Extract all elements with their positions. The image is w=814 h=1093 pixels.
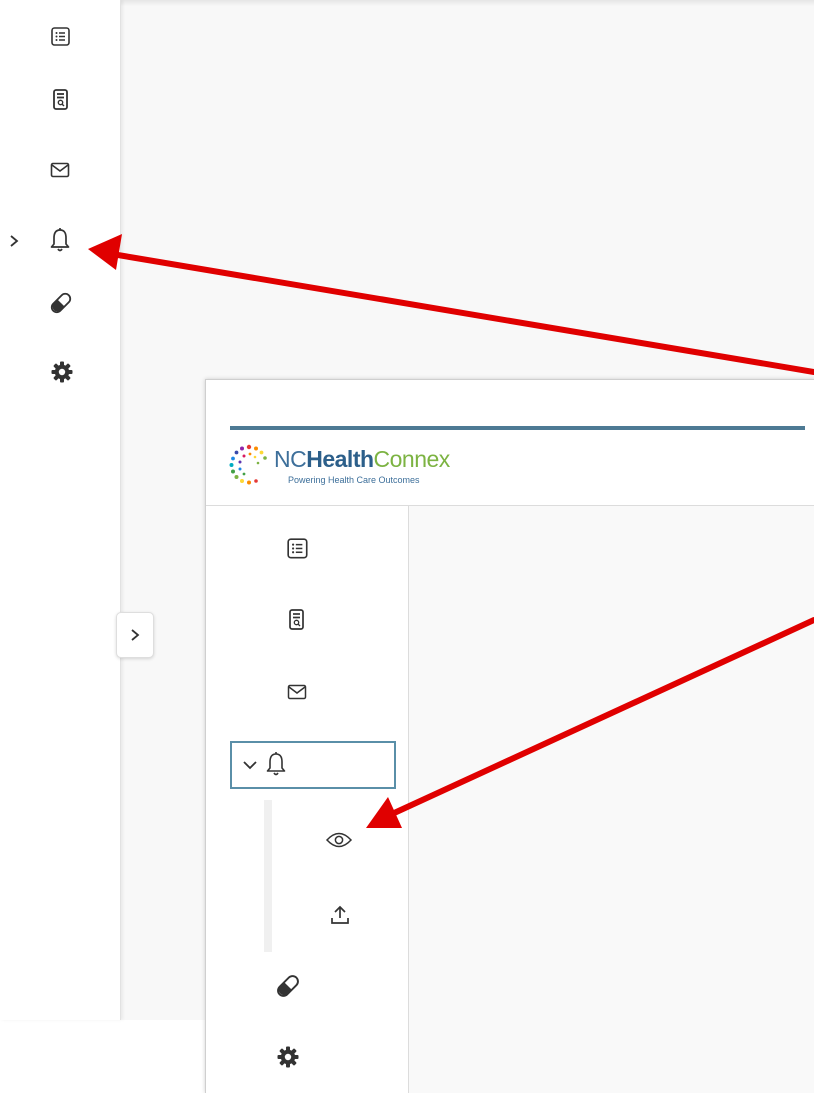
chevron-right-icon[interactable]: [8, 234, 20, 248]
bell-icon[interactable]: [48, 227, 72, 255]
mail-icon[interactable]: [287, 684, 307, 700]
logo-health: Health: [306, 446, 374, 472]
list-icon[interactable]: [286, 537, 310, 561]
submenu-rail: [264, 800, 272, 952]
logo-tagline: Powering Health Care Outcomes: [288, 475, 420, 485]
logo-nc: NC: [274, 446, 307, 472]
nc-healthconnex-logo[interactable]: NCHealthConnex Powering Health Care Outc…: [226, 442, 546, 492]
gear-icon[interactable]: [276, 1045, 300, 1069]
pill-icon[interactable]: [48, 290, 74, 316]
logo-connex: Connex: [373, 446, 451, 472]
gear-icon[interactable]: [50, 360, 74, 384]
document-search-icon[interactable]: [288, 607, 306, 633]
header-shadow: [121, 0, 814, 6]
expand-sidebar-button[interactable]: [116, 612, 154, 658]
bell-icon: [266, 752, 286, 776]
logo-wordmark: NCHealthConnex: [274, 446, 450, 473]
header-rule: [230, 426, 805, 430]
upload-icon[interactable]: [330, 904, 350, 926]
chevron-down-icon[interactable]: [242, 759, 258, 771]
chevron-right-icon: [131, 629, 140, 641]
list-icon[interactable]: [50, 26, 72, 48]
logo-swirl-icon: [229, 444, 267, 485]
inset-main-content-area: [409, 506, 814, 1093]
document-search-icon[interactable]: [52, 88, 70, 112]
eye-icon[interactable]: [325, 829, 353, 851]
expanded-sidebar: [206, 506, 409, 1093]
mail-icon[interactable]: [50, 162, 70, 178]
expanded-sidebar-screenshot: NCHealthConnex Powering Health Care Outc…: [205, 379, 814, 1093]
alerts-menu-item-expanded[interactable]: [230, 741, 396, 789]
pill-icon[interactable]: [274, 972, 302, 1000]
collapsed-sidebar: [0, 0, 121, 1020]
